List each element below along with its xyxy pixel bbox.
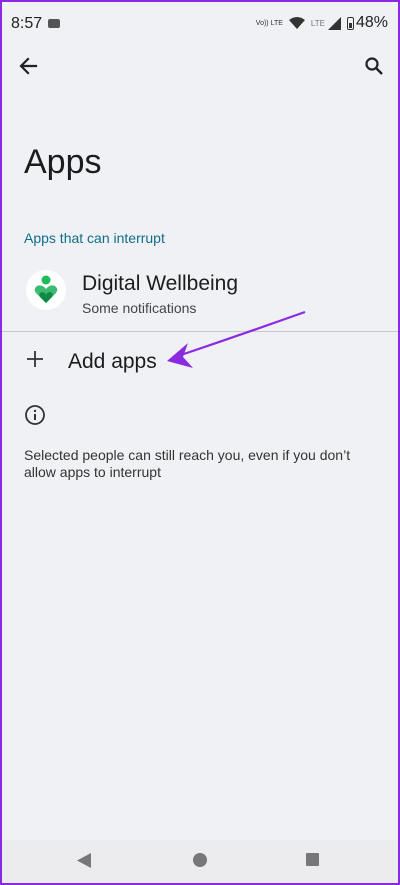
battery: 48% — [346, 14, 388, 32]
plus-icon — [27, 351, 43, 367]
volte-indicator: Vo)) LTE — [255, 19, 283, 27]
nav-recents-icon[interactable] — [306, 853, 319, 866]
top-app-bar — [0, 46, 400, 94]
add-apps-label: Add apps — [68, 350, 157, 373]
page-title: Apps — [24, 143, 102, 181]
status-icons: Vo)) LTE LTE 48% — [256, 14, 388, 32]
lte-indicator: LTE — [310, 18, 325, 28]
back-button[interactable] — [14, 52, 42, 80]
search-button[interactable] — [360, 52, 388, 80]
status-time: 8:57 — [11, 15, 43, 32]
arrow-back-icon — [19, 57, 38, 75]
sim-icon — [48, 19, 60, 28]
navigation-bar — [0, 840, 400, 885]
digital-wellbeing-icon — [26, 270, 66, 310]
battery-icon — [346, 16, 354, 30]
info-icon — [25, 405, 45, 425]
screenshot-border — [0, 0, 400, 885]
annotation-arrow — [167, 310, 306, 368]
app-summary: Some notifications — [82, 300, 197, 316]
status-bar: 8:57 Vo)) LTE LTE 48% — [0, 0, 400, 46]
app-item-digital-wellbeing[interactable]: Digital Wellbeing Some notifications — [0, 262, 400, 328]
battery-percent: 48% — [355, 14, 388, 31]
info-text: Selected people can still reach you, eve… — [24, 447, 351, 480]
add-apps-button[interactable]: Add apps — [0, 336, 400, 388]
app-name: Digital Wellbeing — [82, 272, 239, 295]
nav-back-icon[interactable] — [77, 853, 91, 868]
nav-home-icon[interactable] — [193, 853, 207, 867]
divider — [0, 331, 400, 332]
wifi-icon — [288, 16, 305, 29]
search-icon — [365, 57, 383, 75]
signal-icon — [327, 16, 341, 30]
section-header: Apps that can interrupt — [24, 230, 165, 246]
